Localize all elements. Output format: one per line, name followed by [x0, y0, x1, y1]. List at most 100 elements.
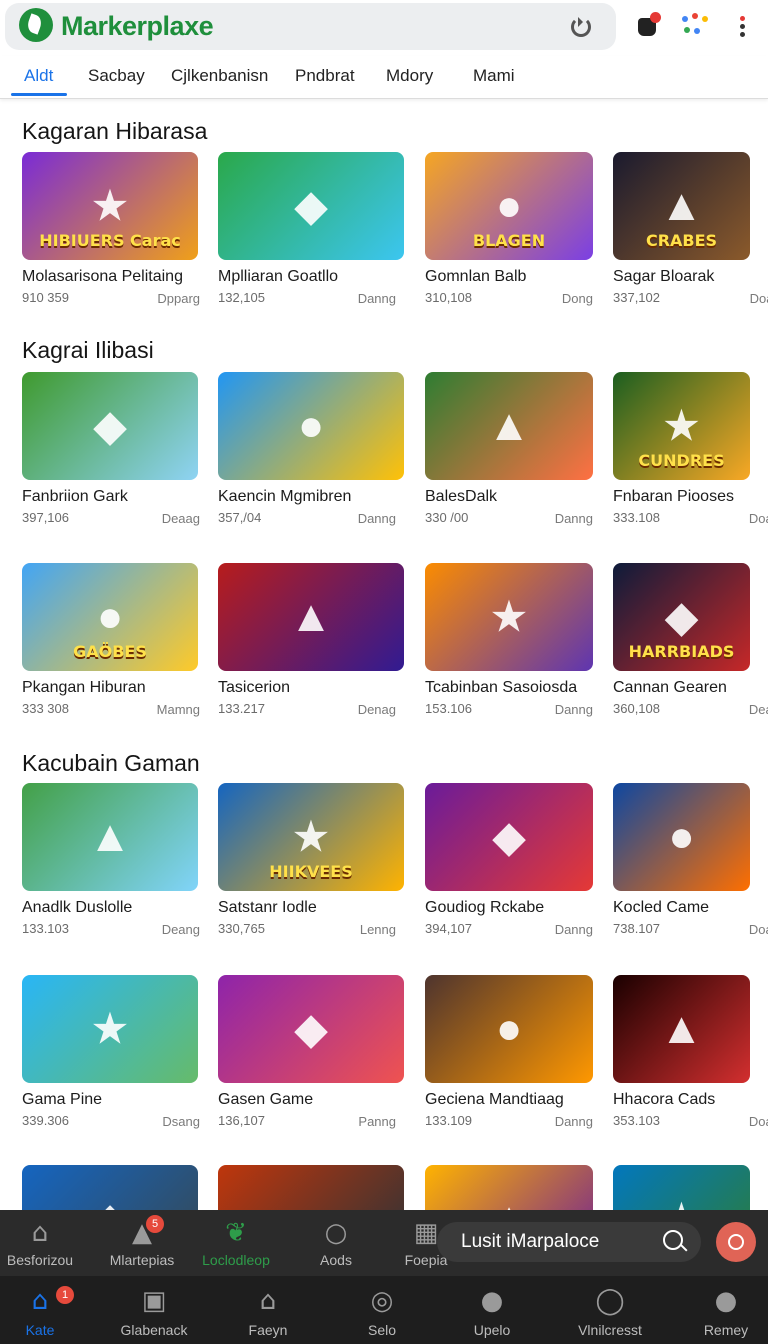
game-count: 330,765 — [218, 921, 265, 936]
game-tag: Doag — [748, 1114, 768, 1129]
logo-leaf-icon — [19, 8, 53, 42]
game-tag: Denag — [357, 702, 396, 717]
game-thumbnail[interactable]: ◆ — [218, 152, 404, 260]
game-title: Satstanr Iodle — [218, 899, 317, 916]
game-count: 330 /00 — [425, 510, 469, 525]
chat-icon: ● — [480, 1286, 504, 1316]
game-thumbnail[interactable]: ★ — [425, 563, 593, 671]
game-tag: Danng — [554, 511, 593, 526]
game-tag: Lenng — [359, 922, 396, 937]
game-thumbnail[interactable]: ▲ — [613, 975, 750, 1083]
game-thumbnail[interactable]: ◆ — [22, 372, 198, 480]
reload-icon[interactable] — [571, 17, 591, 37]
dock-item-home-icon[interactable]: ⌂ Besforizou — [0, 1210, 80, 1276]
nav-item-person-icon[interactable]: ● Remey — [686, 1276, 766, 1344]
game-title: Fnbaran Piooses — [613, 488, 734, 505]
nav-item-search-icon[interactable]: ◯ Vlnilcresst — [570, 1276, 650, 1344]
dock-item-search-icon[interactable]: ○ Aods — [296, 1210, 376, 1276]
thumbnail-text: HIIKVEES — [269, 862, 353, 881]
thumbnail-text: GAÖBES — [73, 642, 147, 661]
apps-grid-icon[interactable] — [680, 10, 710, 40]
game-thumbnail[interactable]: ● — [218, 372, 404, 480]
tab-4[interactable]: Mdory — [386, 66, 433, 86]
nav-item-briefcase-icon[interactable]: ▣ Glabenack — [114, 1276, 194, 1344]
game-count: 357,/04 — [218, 510, 262, 525]
game-thumbnail[interactable]: ● BLAGEN — [425, 152, 593, 260]
tab-0[interactable]: Aldt — [24, 66, 53, 86]
game-thumbnail[interactable]: ▲ CRABES — [613, 152, 750, 260]
game-tag: Deap — [748, 702, 768, 717]
game-art-icon: ▲ — [659, 1004, 704, 1053]
tab-1[interactable]: Sacbay — [88, 66, 145, 86]
game-title: Kaencin Mgmibren — [218, 488, 352, 505]
game-thumbnail[interactable]: ★ CUNDRES — [613, 372, 750, 480]
tab-2[interactable]: Cjlkenbanisn — [171, 66, 268, 86]
top-bar: Markerplaxe — [0, 0, 768, 52]
address-bar[interactable]: Markerplaxe — [5, 3, 616, 50]
game-thumbnail[interactable]: ◆ — [425, 783, 593, 891]
game-title: Pkangan Hiburan — [22, 679, 146, 696]
nav-label: Remey — [703, 1322, 749, 1338]
brand-name: Markerplaxe — [61, 11, 214, 41]
game-title: Gasen Game — [218, 1091, 314, 1108]
game-thumbnail[interactable]: ▲ — [22, 783, 198, 891]
game-count: 910 359 — [22, 290, 69, 305]
game-title: Anadlk Duslolle — [22, 899, 133, 916]
game-title: Tasicerion — [218, 679, 291, 696]
game-title: Molasarisona Pelitaing — [22, 268, 183, 285]
game-art-icon: ▲ — [289, 592, 333, 641]
target-icon: ◎ — [370, 1286, 394, 1316]
nav-item-chat-icon[interactable]: ● Upelo — [452, 1276, 532, 1344]
game-count: 337,102 — [613, 290, 660, 305]
nav-item-target-icon[interactable]: ◎ Selo — [342, 1276, 422, 1344]
nav-label: Kate — [25, 1322, 55, 1338]
game-title: BalesDalk — [425, 488, 498, 505]
nav-label: Selo — [367, 1322, 397, 1338]
game-thumbnail[interactable]: ● — [613, 783, 750, 891]
briefcase-icon: ▣ — [141, 1286, 167, 1316]
game-thumbnail[interactable]: ★ HIIKVEES — [218, 783, 404, 891]
nav-item-home-icon[interactable]: ⌂ Kate 1 — [0, 1276, 80, 1344]
game-title: Fanbriion Gark — [22, 488, 128, 505]
tab-3[interactable]: Pndbrat — [295, 66, 355, 86]
nav-label: Faeyn — [248, 1322, 288, 1338]
game-title: Cannan Gearen — [613, 679, 727, 696]
game-thumbnail[interactable]: ★ HIBIUERS Carac — [22, 152, 198, 260]
game-tag: Dpparg — [157, 291, 200, 306]
person-icon: ● — [714, 1286, 738, 1316]
game-count: 394,107 — [425, 921, 472, 936]
game-count: 738.107 — [613, 921, 660, 936]
game-title: Mplliaran Goatllo — [218, 268, 339, 285]
game-tag: Mamng — [156, 702, 200, 717]
game-tag: Deang — [161, 922, 200, 937]
game-count: 397,106 — [22, 510, 69, 525]
tab-5[interactable]: Mami — [473, 66, 515, 86]
game-thumbnail[interactable]: ● GAÖBES — [22, 563, 198, 671]
more-vert-icon[interactable] — [728, 10, 758, 40]
game-thumbnail[interactable]: ● — [425, 975, 593, 1083]
omnibox[interactable]: Lusit iMarpaloce — [437, 1222, 701, 1262]
game-thumbnail[interactable]: ◆ — [218, 975, 404, 1083]
nav-item-house-outline-icon[interactable]: ⌂ Faeyn — [228, 1276, 308, 1344]
game-thumbnail[interactable]: ▲ — [218, 563, 404, 671]
nav-label: Upelo — [473, 1322, 511, 1338]
game-tag: Danng — [357, 291, 396, 306]
dock-item-leaf-icon[interactable]: ❦ Loclodleop — [196, 1210, 276, 1276]
game-tag: Panng — [358, 1114, 396, 1129]
hand-icon[interactable] — [634, 10, 664, 40]
game-thumbnail[interactable]: ★ — [22, 975, 198, 1083]
game-art-icon: ▲ — [659, 181, 704, 230]
nav-label: Glabenack — [120, 1322, 188, 1338]
game-tag: Danng — [554, 922, 593, 937]
voice-icon[interactable] — [716, 1222, 756, 1262]
game-thumbnail[interactable]: ▲ — [425, 372, 593, 480]
dock-item-mountain-icon[interactable]: ▲ Mlartepias 5 — [102, 1210, 182, 1276]
search-icon: ◯ — [595, 1286, 625, 1316]
game-count: 360,108 — [613, 701, 660, 716]
game-art-icon: ★ — [489, 592, 529, 642]
game-tag: Doay — [749, 291, 768, 306]
game-thumbnail[interactable]: ◆ HARRBIADS — [613, 563, 750, 671]
home-icon: ⌂ — [31, 1286, 49, 1316]
dock-label: Loclodleop — [202, 1252, 270, 1268]
search-icon[interactable] — [663, 1230, 683, 1250]
